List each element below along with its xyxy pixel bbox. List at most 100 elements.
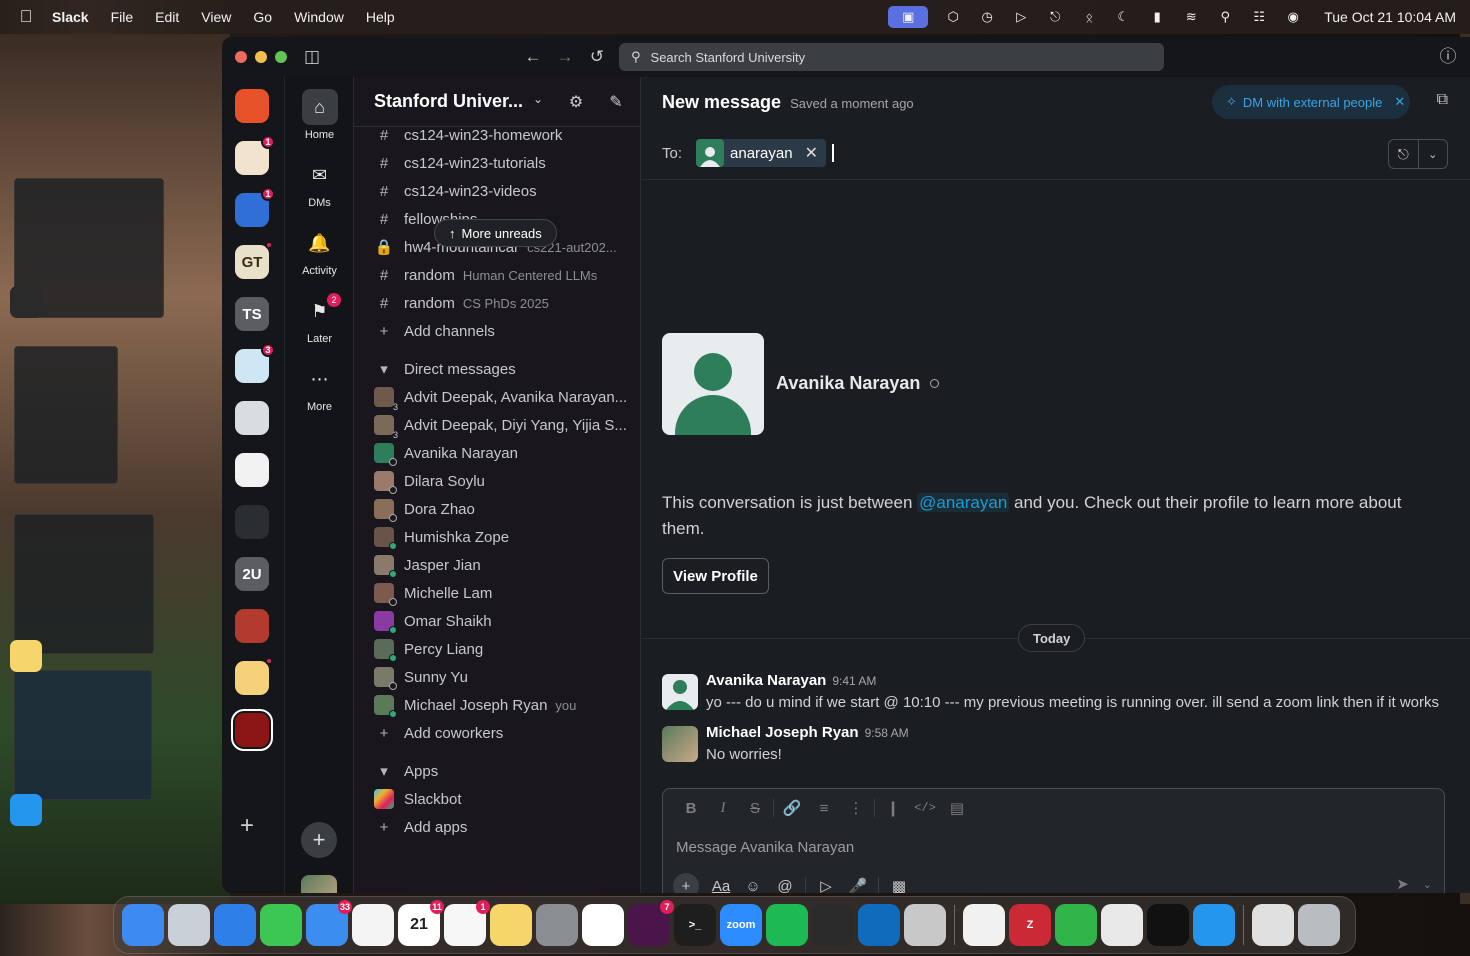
dock-cube-app-icon[interactable] [812, 904, 854, 946]
sidebar-dm[interactable]: Omar Shaikh [374, 607, 630, 635]
sidebar-toggle-icon[interactable]: ◫ [302, 47, 322, 67]
dock-trash-icon[interactable] [1298, 904, 1340, 946]
sidebar-dm[interactable]: Avanika Narayan [374, 439, 630, 467]
view-profile-button[interactable]: View Profile [662, 558, 769, 594]
code-icon[interactable]: </> [909, 801, 941, 815]
sidebar-dm[interactable]: Percy Liang [374, 635, 630, 663]
minimize-window-button[interactable] [255, 51, 267, 63]
italic-icon[interactable]: I [707, 800, 739, 817]
sidebar-app[interactable]: Slackbot [374, 785, 630, 813]
add-workspace-icon[interactable]: + [240, 812, 254, 840]
nav-activity[interactable]: 🔔 Activity [285, 225, 354, 278]
workspace-icon-ws-2[interactable]: 1 [235, 135, 275, 175]
dock-terminal-icon[interactable]: >_ [674, 904, 716, 946]
stage-app-icon-notes[interactable] [10, 640, 42, 672]
gear-icon[interactable]: ⚙ [566, 92, 586, 112]
user-avatar[interactable] [301, 875, 337, 893]
chevron-down-icon[interactable]: ⌄ [1423, 878, 1432, 891]
dock-calendar-icon[interactable]: 21 11 [398, 900, 444, 946]
external-dm-banner[interactable]: ✧ DM with external people ✕ [1212, 85, 1410, 119]
section-apps[interactable]: ▾ Apps [374, 757, 630, 785]
nav-more[interactable]: ⋯ More [285, 361, 354, 414]
menu-clock[interactable]: Tue Oct 21 10:04 AM [1324, 9, 1456, 25]
emoji-icon[interactable]: ☺ [737, 878, 769, 894]
recipient-input[interactable] [831, 144, 834, 162]
search-bar[interactable]: ⚲ Search Stanford University [619, 43, 1164, 71]
formatting-icon[interactable]: Aa [705, 878, 737, 894]
menu-view[interactable]: View [201, 9, 231, 25]
bluetooth-icon[interactable]: ᛟ [1080, 9, 1098, 25]
dock-safari-icon[interactable] [214, 904, 256, 946]
nav-later[interactable]: ⚑ 2 Later [285, 293, 354, 345]
forward-arrow-icon[interactable]: → [555, 47, 575, 67]
sidebar-dm[interactable]: Dilara Soylu [374, 467, 630, 495]
sidebar-dm[interactable]: Michael Joseph Ryan you [374, 691, 630, 719]
message-time[interactable]: 9:41 AM [832, 674, 876, 688]
dock-spotify-icon[interactable] [766, 904, 808, 946]
headphones-icon[interactable]: ⎋ [1046, 9, 1064, 25]
dock-numbers-icon[interactable] [1055, 904, 1097, 946]
sidebar-channel[interactable]: # random Human Centered LLMs [374, 261, 630, 289]
apple-menu-icon[interactable]:  [0, 7, 52, 27]
sidebar-channel[interactable]: # cs124-win23-homework [374, 127, 630, 149]
sidebar-dm[interactable]: 3 Advit Deepak, Avanika Narayan... [374, 383, 630, 411]
message-author[interactable]: Avanika Narayan [706, 672, 826, 689]
nav-home[interactable]: ⌂ Home [285, 89, 354, 141]
add-coworkers-button[interactable]: + Add coworkers [374, 719, 630, 747]
message-avatar[interactable] [662, 726, 698, 762]
message-avatar[interactable] [662, 674, 698, 710]
dock-chrome-icon[interactable] [963, 904, 1005, 946]
menu-edit[interactable]: Edit [155, 9, 179, 25]
mention-icon[interactable]: @ [769, 878, 801, 894]
popout-icon[interactable]: ⧉ [1437, 91, 1448, 109]
dock-photos-icon[interactable] [352, 904, 394, 946]
menu-app-name[interactable]: Slack [52, 9, 89, 25]
dock-reminders-icon[interactable]: 1 [444, 900, 490, 946]
remove-recipient-icon[interactable]: ✕ [805, 143, 818, 163]
close-icon[interactable]: ✕ [1394, 94, 1405, 110]
battery-icon[interactable]: ▮ [1148, 9, 1166, 25]
intro-name[interactable]: Avanika Narayan [776, 373, 940, 394]
dock-iphone-mirroring-icon[interactable] [904, 904, 946, 946]
create-plus-button[interactable]: + [301, 822, 337, 858]
dock-documents-stack-icon[interactable] [1252, 904, 1294, 946]
menu-go[interactable]: Go [253, 9, 272, 25]
menu-file[interactable]: File [111, 9, 134, 25]
message-time[interactable]: 9:58 AM [865, 726, 909, 740]
workspace-icon-ws-6[interactable]: 3 [235, 343, 275, 383]
stage-thumbnail-window[interactable] [14, 346, 118, 484]
nav-dms[interactable]: ✉ DMs [285, 157, 354, 210]
microphone-icon[interactable]: 🎤 [842, 877, 874, 893]
strikethrough-icon[interactable]: S [739, 800, 771, 817]
workspace-icon-ws-ts[interactable]: TS [235, 297, 269, 331]
blockquote-icon[interactable]: ❙ [877, 799, 909, 817]
link-icon[interactable]: 🔗 [776, 799, 808, 817]
dock-finder-icon[interactable] [122, 904, 164, 946]
menu-window[interactable]: Window [294, 9, 344, 25]
dock-notes-icon[interactable] [490, 904, 532, 946]
numbered-list-icon[interactable]: ≡ [808, 800, 840, 817]
time-machine-icon[interactable]: ◷ [978, 9, 996, 25]
workspace-icon-ws-7[interactable] [235, 401, 269, 435]
intro-avatar[interactable] [662, 333, 764, 435]
sidebar-dm[interactable]: Dora Zhao [374, 495, 630, 523]
workspace-icon-ws-georgia-tech[interactable]: GT [235, 241, 273, 279]
siri-icon[interactable]: ◉ [1284, 9, 1302, 25]
bulleted-list-icon[interactable]: ⋮ [840, 799, 872, 817]
workspace-icon-ws-12[interactable] [235, 657, 273, 695]
search-icon[interactable]: ⚲ [1216, 9, 1234, 25]
dock-launchpad-icon[interactable] [168, 904, 210, 946]
workspace-title[interactable]: Stanford Univer... [374, 91, 523, 112]
stage-thumbnail-dashboard[interactable] [14, 670, 152, 800]
dock-system-settings-icon[interactable] [536, 904, 578, 946]
message-author[interactable]: Michael Joseph Ryan [706, 724, 859, 741]
stage-app-icon-cube[interactable] [10, 286, 42, 318]
chevron-down-icon[interactable]: ⌄ [528, 92, 548, 112]
workspace-icon-ws-3[interactable]: 1 [235, 187, 275, 227]
add-channels-button[interactable]: + Add channels [374, 317, 630, 345]
dock-keychain-icon[interactable] [1101, 904, 1143, 946]
add-apps-button[interactable]: + Add apps [374, 813, 630, 841]
dock-exec-terminal-icon[interactable] [1147, 904, 1189, 946]
compose-icon[interactable]: ✎ [606, 92, 626, 112]
stage-app-icon-docker[interactable] [10, 794, 42, 826]
